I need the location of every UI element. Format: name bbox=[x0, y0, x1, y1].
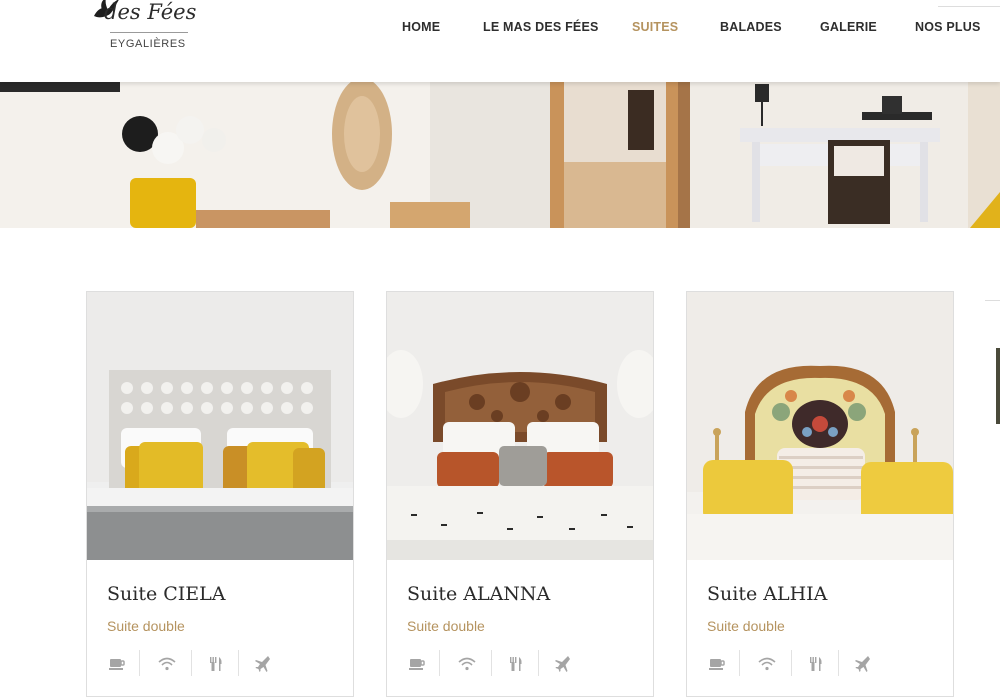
suite-title[interactable]: Suite ALANNA bbox=[407, 583, 550, 605]
amenity-divider bbox=[238, 650, 239, 676]
wifi-icon bbox=[157, 652, 177, 676]
airport-icon bbox=[553, 652, 573, 676]
restaurant-icon bbox=[806, 652, 826, 676]
suite-title[interactable]: Suite ALHIA bbox=[707, 583, 827, 605]
amenity-divider bbox=[791, 650, 792, 676]
amenity-divider bbox=[439, 650, 440, 676]
nav-balades[interactable]: BALADES bbox=[720, 20, 782, 34]
coffee-icon bbox=[107, 652, 127, 676]
hero-banner-image bbox=[0, 82, 1000, 228]
nav-le-mas-des-fees[interactable]: LE MAS DES FÉES bbox=[483, 20, 599, 34]
main-nav: HOME LE MAS DES FÉES SUITES BALADES GALE… bbox=[0, 20, 1000, 40]
site-header: des Fées EYGALIÈRES HOME LE MAS DES FÉES… bbox=[0, 0, 1000, 82]
amenities-row bbox=[87, 650, 353, 676]
amenity-divider bbox=[191, 650, 192, 676]
nav-home[interactable]: HOME bbox=[402, 20, 440, 34]
wifi-icon bbox=[757, 652, 777, 676]
restaurant-icon bbox=[206, 652, 226, 676]
restaurant-icon bbox=[506, 652, 526, 676]
suite-photo[interactable] bbox=[87, 292, 353, 560]
next-card-edge bbox=[985, 300, 1000, 301]
suite-photo[interactable] bbox=[687, 292, 953, 560]
amenity-divider bbox=[491, 650, 492, 676]
coffee-icon bbox=[407, 652, 427, 676]
amenities-row bbox=[687, 650, 953, 676]
suite-alhia-image bbox=[687, 292, 953, 560]
suite-subtitle: Suite double bbox=[107, 618, 185, 634]
amenity-divider bbox=[739, 650, 740, 676]
airport-icon bbox=[853, 652, 873, 676]
airport-icon bbox=[253, 652, 273, 676]
suite-title[interactable]: Suite CIELA bbox=[107, 583, 226, 605]
suite-photo[interactable] bbox=[387, 292, 653, 560]
suite-alanna-image bbox=[387, 292, 653, 560]
amenity-divider bbox=[838, 650, 839, 676]
suite-subtitle: Suite double bbox=[707, 618, 785, 634]
suite-subtitle: Suite double bbox=[407, 618, 485, 634]
suite-card-alhia[interactable]: Suite ALHIA Suite double bbox=[686, 291, 954, 697]
suite-ciela-image bbox=[87, 292, 353, 560]
suite-card-ciela[interactable]: Suite CIELA Suite double bbox=[86, 291, 354, 697]
amenities-row bbox=[387, 650, 653, 676]
amenity-divider bbox=[538, 650, 539, 676]
amenity-divider bbox=[139, 650, 140, 676]
nav-galerie[interactable]: GALERIE bbox=[820, 20, 877, 34]
suite-card-alanna[interactable]: Suite ALANNA Suite double bbox=[386, 291, 654, 697]
next-card-photo-edge[interactable] bbox=[996, 348, 1000, 424]
nav-nos-plus[interactable]: NOS PLUS bbox=[915, 20, 981, 34]
coffee-icon bbox=[707, 652, 727, 676]
wifi-icon bbox=[457, 652, 477, 676]
nav-suites[interactable]: SUITES bbox=[632, 20, 678, 34]
header-corner-rule bbox=[938, 0, 1000, 7]
hero-banner bbox=[0, 82, 1000, 228]
